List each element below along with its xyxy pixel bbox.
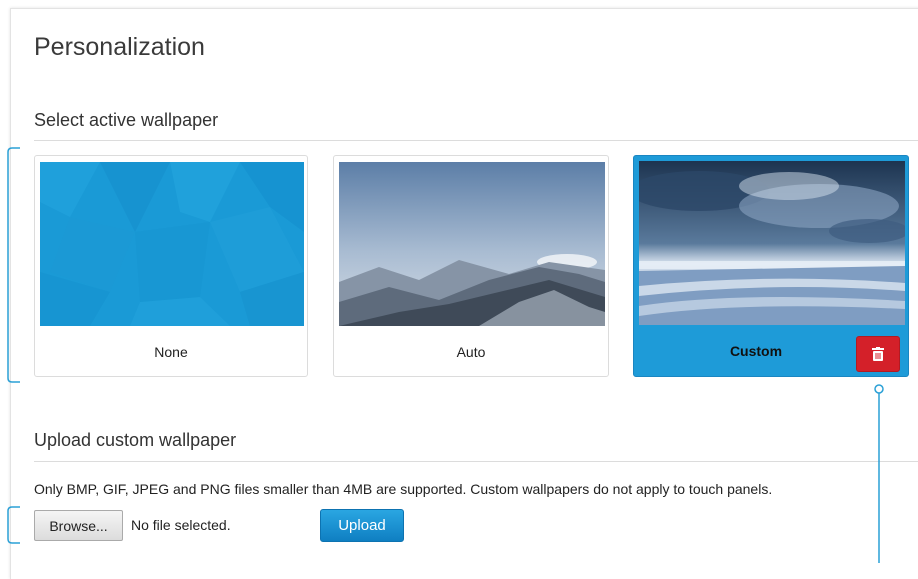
callout-bracket-upload	[7, 506, 20, 544]
callout-annotations	[7, 147, 884, 563]
callout-bracket-wallpapers	[7, 147, 20, 383]
callout-dot-delete	[874, 384, 884, 394]
